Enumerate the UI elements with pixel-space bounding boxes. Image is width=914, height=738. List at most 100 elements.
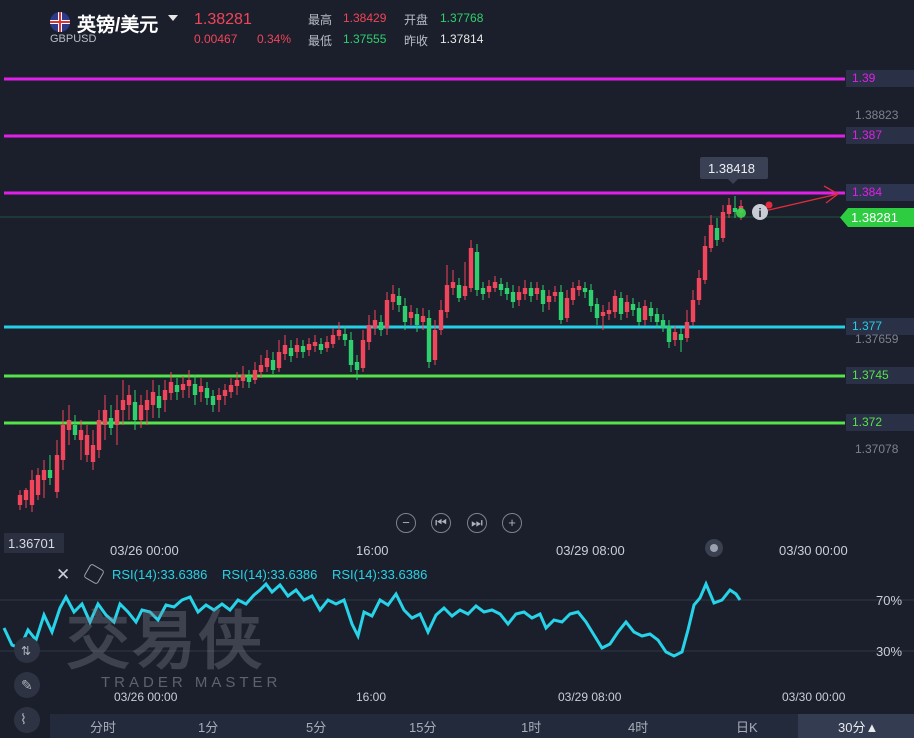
- candle: [720, 205, 726, 242]
- candle: [510, 285, 516, 308]
- level-tag-5: 1.372: [846, 414, 914, 431]
- candle: [54, 440, 60, 498]
- time-label-1: 03/26 00:00: [110, 543, 179, 558]
- tab-timeshare[interactable]: 分时: [90, 717, 116, 736]
- candle: [312, 335, 318, 352]
- candle: [654, 308, 660, 328]
- candle: [378, 315, 384, 336]
- candle: [684, 310, 690, 342]
- level-tag-2: 1.384: [846, 184, 914, 201]
- watermark-logo: 交易侠: [66, 605, 264, 677]
- candle: [678, 328, 684, 352]
- min-price-label: 1.36701: [8, 536, 55, 551]
- candle: [17, 490, 23, 510]
- candle: [552, 286, 558, 302]
- candle: [558, 285, 564, 324]
- tab-5min[interactable]: 5分: [306, 717, 326, 736]
- candle: [666, 320, 672, 348]
- candle: [90, 430, 96, 470]
- candle: [534, 282, 540, 300]
- rsi-label-2: RSI(14):33.6386: [222, 567, 318, 582]
- candle: [342, 326, 348, 346]
- candle: [582, 282, 588, 298]
- candle: [708, 215, 714, 252]
- candle: [150, 380, 156, 418]
- candle: [192, 375, 198, 405]
- rsi-high-level: 70%: [876, 593, 903, 608]
- candle: [240, 366, 246, 388]
- chart-type-button[interactable]: ⌇: [14, 707, 40, 733]
- candle: [78, 420, 84, 460]
- candle: [360, 330, 366, 372]
- rsi-time-label-3: 03/29 08:00: [558, 690, 622, 704]
- candle: [456, 278, 462, 302]
- candle: [516, 286, 522, 306]
- max-marker-pointer: [728, 179, 738, 184]
- draw-tool-button[interactable]: ✎: [14, 672, 40, 698]
- tab-1hour[interactable]: 1时: [521, 717, 541, 736]
- skip-back-button[interactable]: ⏮: [431, 513, 451, 533]
- candle: [84, 425, 90, 462]
- tab-daily[interactable]: 日K: [736, 717, 758, 736]
- candle: [642, 300, 648, 326]
- time-label-3: 03/29 08:00: [556, 543, 625, 558]
- candle: [29, 470, 35, 512]
- candle: [594, 298, 600, 325]
- candle: [270, 352, 276, 374]
- tab-1min[interactable]: 1分: [198, 717, 218, 736]
- candle: [300, 340, 306, 358]
- zoom-in-button[interactable]: +: [502, 513, 522, 533]
- candle: [144, 390, 150, 425]
- candle: [96, 410, 102, 458]
- candle: [690, 290, 696, 326]
- candle: [252, 362, 258, 384]
- candle: [72, 415, 78, 440]
- indicator-tool-button[interactable]: ⇅: [14, 637, 40, 663]
- candle: [606, 302, 612, 320]
- candle: [180, 376, 186, 398]
- candle: [294, 338, 300, 358]
- candle: [468, 240, 474, 292]
- candle: [318, 338, 324, 354]
- tab-15min[interactable]: 15分: [409, 717, 436, 736]
- candle: [714, 218, 720, 246]
- level-tag-1: 1.387: [846, 127, 914, 144]
- candle: [114, 395, 120, 445]
- zoom-out-button[interactable]: −: [396, 513, 416, 533]
- max-price-label: 1.38418: [708, 161, 755, 176]
- candle: [444, 265, 450, 318]
- candle: [480, 282, 486, 300]
- candle: [486, 280, 492, 298]
- skip-forward-button[interactable]: ⏭: [467, 513, 487, 533]
- candle: [504, 282, 510, 300]
- candle: [282, 335, 288, 360]
- indicator-icon: ⇅: [21, 644, 32, 658]
- candle: [60, 410, 66, 470]
- candle: [35, 468, 41, 500]
- candle: [618, 292, 624, 320]
- candle: [522, 280, 528, 300]
- rsi-low-level: 30%: [876, 644, 903, 659]
- tab-30min[interactable]: 30分▲: [838, 717, 878, 736]
- candle: [450, 270, 456, 295]
- period-tab-bar: 分时 1分 5分 15分 1时 4时 日K 30分▲: [50, 714, 914, 738]
- candle: [306, 338, 312, 356]
- candle: [246, 370, 252, 388]
- candle: [126, 385, 132, 420]
- record-button[interactable]: [705, 539, 723, 557]
- close-icon[interactable]: ✕: [56, 565, 70, 585]
- tab-4hour[interactable]: 4时: [628, 717, 648, 736]
- candle: [186, 370, 192, 398]
- rsi-label-3: RSI(14):33.6386: [332, 567, 428, 582]
- time-label-2: 16:00: [356, 543, 389, 558]
- candle: [726, 198, 732, 218]
- candle: [336, 322, 342, 340]
- current-price-tag-label: 1.38281: [851, 210, 898, 225]
- candle: [426, 310, 432, 368]
- candle: [66, 405, 72, 445]
- candle: [23, 488, 29, 508]
- candle: [288, 340, 294, 362]
- candle: [108, 405, 114, 435]
- candle: [636, 302, 642, 326]
- candle: [210, 390, 216, 412]
